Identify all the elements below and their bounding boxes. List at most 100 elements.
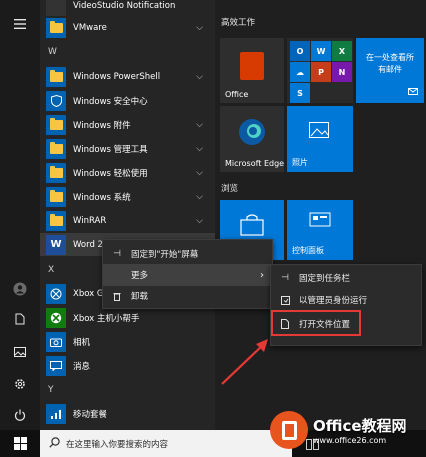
folder-icon xyxy=(46,17,66,38)
onenote-icon: N xyxy=(332,62,352,82)
folder-icon xyxy=(46,114,66,135)
app-camera[interactable]: 相机 xyxy=(40,330,215,353)
start-rail xyxy=(0,0,40,430)
pin-icon: ⊣ xyxy=(113,249,121,259)
edge-logo-icon xyxy=(238,118,266,149)
app-label: Windows PowerShell xyxy=(73,71,161,82)
menu-item-label: 卸载 xyxy=(131,292,149,302)
signal-icon xyxy=(46,403,66,424)
menu-item-uninstall[interactable]: 卸载 xyxy=(103,285,272,307)
word-icon: W xyxy=(311,41,331,61)
search-icon xyxy=(49,436,60,451)
chevron-down-icon: ⌵ xyxy=(196,119,203,130)
app-label: WinRAR xyxy=(73,215,107,226)
word-icon: W xyxy=(46,234,66,255)
office-logo-icon xyxy=(240,52,264,80)
run-as-admin-icon xyxy=(271,295,299,305)
tile-label: 控制面板 xyxy=(292,246,324,255)
mail-icon xyxy=(408,88,418,98)
app-list: VideoStudio Notification VMware ⌵ W Wind… xyxy=(40,0,215,430)
tile-mail[interactable]: 在一处查看所 有邮件 xyxy=(356,38,424,103)
app-label: VMware xyxy=(73,22,107,33)
group-label-productivity: 高效工作 xyxy=(221,18,256,28)
app-label: Windows 安全中心 xyxy=(73,96,148,107)
tile-edge[interactable]: Microsoft Edge xyxy=(220,106,284,172)
app-label: 消息 xyxy=(73,361,91,372)
tile-label: 照片 xyxy=(292,158,308,167)
app-label: 移动套餐 xyxy=(73,409,108,420)
chevron-down-icon: ⌵ xyxy=(196,167,203,178)
app-windows-powershell[interactable]: Windows PowerShell ⌵ xyxy=(40,65,215,88)
camera-icon xyxy=(46,331,66,352)
chevron-down-icon: ⌵ xyxy=(196,215,203,226)
menu-item-pin-to-start[interactable]: ⊣ 固定到"开始"屏幕 xyxy=(103,243,272,265)
store-bag-icon xyxy=(240,214,264,239)
app-label: 相机 xyxy=(73,337,91,348)
group-label-browse: 浏览 xyxy=(221,184,239,194)
app-windows-accessories[interactable]: Windows 附件 ⌵ xyxy=(40,113,215,136)
menu-item-label: 固定到"开始"屏幕 xyxy=(131,250,199,260)
menu-item-label: 固定到任务栏 xyxy=(299,274,351,284)
app-windows-security[interactable]: Windows 安全中心 xyxy=(40,89,215,112)
tile-app-folder[interactable]: O W X ☁ P N S xyxy=(287,38,353,103)
app-winrar[interactable]: WinRAR ⌵ xyxy=(40,209,215,232)
app-mobile-plans[interactable]: 移动套餐 xyxy=(40,402,215,425)
photos-icon xyxy=(309,122,329,141)
section-header-w[interactable]: W xyxy=(48,47,57,57)
tile-office[interactable]: Office xyxy=(220,38,284,103)
documents-icon[interactable] xyxy=(0,305,40,333)
excel-icon: X xyxy=(332,41,352,61)
app-windows-admin-tools[interactable]: Windows 管理工具 ⌵ xyxy=(40,137,215,160)
menu-item-pin-to-taskbar[interactable]: ⊣ 固定到任务栏 xyxy=(271,267,421,289)
office-logo-icon xyxy=(270,411,308,449)
tile-mail-line1: 在一处查看所 xyxy=(366,53,414,62)
message-icon xyxy=(46,355,66,376)
power-icon[interactable] xyxy=(0,401,40,429)
tile-mail-line2: 有邮件 xyxy=(378,65,402,74)
tile-label: Microsoft Edge xyxy=(225,159,285,168)
settings-gear-icon[interactable] xyxy=(0,370,40,398)
app-label: Windows 管理工具 xyxy=(73,144,148,155)
app-label: Word 2 xyxy=(73,239,103,250)
user-avatar-icon[interactable] xyxy=(0,275,40,303)
outlook-icon: O xyxy=(290,41,310,61)
menu-item-label: 以管理员身份运行 xyxy=(299,296,368,306)
folder-icon xyxy=(46,210,66,231)
app-label: Xbox 主机小帮手 xyxy=(73,313,140,324)
chevron-down-icon: ⌵ xyxy=(196,143,203,154)
app-label: VideoStudio Notification xyxy=(73,0,176,11)
menu-item-run-as-admin[interactable]: 以管理员身份运行 xyxy=(271,289,421,311)
app-messages[interactable]: 消息 xyxy=(40,354,215,377)
skype-icon: S xyxy=(290,83,310,103)
app-label: Xbox G xyxy=(73,288,104,299)
watermark-title: Office教程网 xyxy=(313,417,407,435)
windows-start-icon[interactable] xyxy=(0,430,40,457)
app-vmware[interactable]: VMware ⌵ xyxy=(40,16,215,39)
section-header-y[interactable]: Y xyxy=(48,385,54,395)
section-header-x[interactable]: X xyxy=(48,265,54,275)
search-placeholder: 在这里输入你要搜索的内容 xyxy=(66,439,169,450)
control-panel-icon xyxy=(309,212,331,233)
xbox-icon xyxy=(46,307,66,328)
app-label: Windows 轻松使用 xyxy=(73,168,148,179)
app-xbox-companion[interactable]: Xbox 主机小帮手 xyxy=(40,306,215,329)
app-windows-ease-of-access[interactable]: Windows 轻松使用 ⌵ xyxy=(40,161,215,184)
tile-photos[interactable]: 照片 xyxy=(287,106,353,172)
folder-icon xyxy=(46,138,66,159)
pin-icon: ⊣ xyxy=(281,273,289,283)
pictures-icon[interactable] xyxy=(0,338,40,366)
taskbar-search-box[interactable]: 在这里输入你要搜索的内容 xyxy=(40,430,292,457)
chevron-down-icon: ⌵ xyxy=(196,71,203,82)
hamburger-menu-icon[interactable] xyxy=(0,10,40,38)
chevron-down-icon: ⌵ xyxy=(196,22,203,33)
annotation-arrow-icon xyxy=(221,339,268,385)
folder-icon xyxy=(46,162,66,183)
watermark-url: www.office26.com xyxy=(313,436,387,445)
tile-label: Office xyxy=(225,90,249,99)
chevron-right-icon: › xyxy=(260,269,264,281)
menu-item-more[interactable]: 更多 › xyxy=(103,264,272,286)
app-windows-system[interactable]: Windows 系统 ⌵ xyxy=(40,185,215,208)
xbox-game-bar-icon xyxy=(46,283,66,304)
app-videostudio-notification[interactable]: VideoStudio Notification xyxy=(40,0,215,17)
tile-control-panel[interactable]: 控制面板 xyxy=(287,200,353,260)
